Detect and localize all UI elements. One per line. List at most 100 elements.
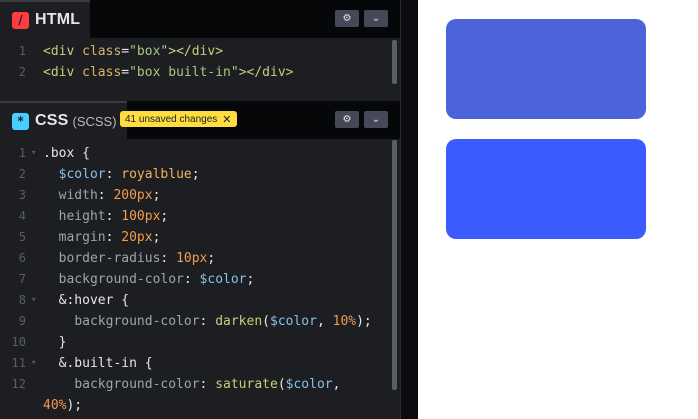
code-token: royalblue xyxy=(121,167,192,182)
code-token: < xyxy=(43,44,51,59)
css-tab-title: CSS xyxy=(35,112,69,129)
code-token: ( xyxy=(277,377,286,392)
code-line[interactable]: 12 background-color: saturate($color, xyxy=(0,374,392,395)
code-token: 100px xyxy=(121,209,161,224)
code-text: width: 200px; xyxy=(43,185,161,206)
code-token: class xyxy=(82,44,122,59)
chevron-down-icon: ⌄ xyxy=(371,114,381,125)
line-number: 1 xyxy=(18,44,26,58)
code-line[interactable]: 3 width: 200px; xyxy=(0,185,392,206)
line-number: 6 xyxy=(18,251,26,265)
code-line[interactable]: 1 ▾ .box { xyxy=(0,143,392,164)
code-token: ></ xyxy=(238,65,263,80)
code-token: , xyxy=(316,314,333,329)
code-text: &.built-in { xyxy=(43,353,153,374)
code-token: saturate xyxy=(215,377,278,392)
html-settings-button[interactable]: ⚙ xyxy=(335,10,359,27)
code-line[interactable]: 4 height: 100px; xyxy=(0,206,392,227)
line-number: 2 xyxy=(18,65,26,79)
code-token: width xyxy=(58,188,98,203)
html-code-editor[interactable]: 1 <div class="box"></div> 2 <div class="box… xyxy=(0,41,392,83)
code-token: 20px xyxy=(121,230,153,245)
code-token: margin xyxy=(58,230,106,245)
css-tab[interactable]: * CSS (SCSS) xyxy=(0,101,127,139)
code-line[interactable]: 5 margin: 20px; xyxy=(0,227,392,248)
code-text: background-color: $color; xyxy=(43,269,255,290)
css-asterisk-icon: * xyxy=(12,112,29,130)
code-line[interactable]: 7 background-color: $color; xyxy=(0,269,392,290)
html-scrollbar[interactable] xyxy=(392,40,397,84)
code-token: background-color xyxy=(74,377,200,392)
line-number: 3 xyxy=(18,188,26,202)
code-token: } xyxy=(43,335,67,350)
css-settings-button[interactable]: ⚙ xyxy=(335,111,359,128)
css-collapse-button[interactable]: ⌄ xyxy=(364,111,388,128)
code-token: &:hover { xyxy=(58,293,130,308)
html-pane-header: / HTML ⚙ ⌄ xyxy=(0,0,400,38)
code-line[interactable]: 10 } xyxy=(0,332,392,353)
code-line[interactable]: 1 <div class="box"></div> xyxy=(0,41,392,62)
code-token: darken xyxy=(215,314,263,329)
close-icon[interactable]: ✕ xyxy=(222,113,231,126)
html-tab[interactable]: / HTML xyxy=(0,0,91,38)
code-token: ; xyxy=(152,230,161,245)
code-token: : xyxy=(160,251,177,266)
code-token: : xyxy=(105,167,122,182)
code-token: 10% xyxy=(332,314,357,329)
preview-box[interactable] xyxy=(446,19,646,119)
pane-resizer[interactable] xyxy=(400,0,418,419)
code-line[interactable]: 40%); xyxy=(0,395,392,416)
code-token: border-radius xyxy=(58,251,161,266)
code-line[interactable]: 9 background-color: darken($color, 10%); xyxy=(0,311,392,332)
code-token: .box { xyxy=(43,146,90,161)
line-number: 9 xyxy=(18,314,26,328)
code-token: : xyxy=(199,377,216,392)
code-token: ; xyxy=(207,251,216,266)
code-text: &:hover { xyxy=(43,290,129,311)
code-text: background-color: darken($color, 10%); xyxy=(43,311,371,332)
code-line[interactable]: 6 border-radius: 10px; xyxy=(0,248,392,269)
code-token: 40% xyxy=(43,398,67,413)
preview-box-built-in[interactable] xyxy=(446,139,646,239)
code-token: : xyxy=(105,230,122,245)
code-token: > xyxy=(215,44,224,59)
code-token: ; xyxy=(160,209,169,224)
fold-arrow-icon[interactable]: ▾ xyxy=(31,290,36,311)
line-number: 7 xyxy=(18,272,26,286)
css-code-editor[interactable]: 1 ▾ .box {2 $color: royalblue; 3 width: 200… xyxy=(0,143,392,416)
html-collapse-button[interactable]: ⌄ xyxy=(364,10,388,27)
code-line[interactable]: 8 ▾ &:hover { xyxy=(0,290,392,311)
fold-arrow-icon[interactable]: ▾ xyxy=(31,353,36,374)
code-token: div xyxy=(50,44,75,59)
code-token: background-color xyxy=(74,314,200,329)
code-line[interactable]: 11 ▾ &.built-in { xyxy=(0,353,392,374)
line-number: 8 xyxy=(18,293,26,307)
code-text: margin: 20px; xyxy=(43,227,161,248)
code-token: ; xyxy=(152,188,161,203)
unsaved-changes-badge[interactable]: 41 unsaved changes ✕ xyxy=(120,111,237,127)
line-number: 2 xyxy=(18,167,26,181)
code-token: class xyxy=(82,65,122,80)
html-slash-icon: / xyxy=(12,11,29,29)
code-text: 40%); xyxy=(43,395,82,416)
code-token: "box" xyxy=(129,44,169,59)
code-token: 10px xyxy=(176,251,208,266)
line-number: 10 xyxy=(11,335,26,349)
fold-arrow-icon[interactable]: ▾ xyxy=(31,143,36,164)
css-scrollbar[interactable] xyxy=(392,140,397,390)
html-tab-title: HTML xyxy=(35,11,81,28)
code-token: $color xyxy=(58,167,106,182)
code-token: $color xyxy=(285,377,333,392)
code-token: div xyxy=(50,65,75,80)
code-line[interactable]: 2 <div class="box built-in"></div> xyxy=(0,62,392,83)
code-token: : xyxy=(105,209,122,224)
code-line[interactable]: 2 $color: royalblue; xyxy=(0,164,392,185)
code-token: ); xyxy=(66,398,83,413)
